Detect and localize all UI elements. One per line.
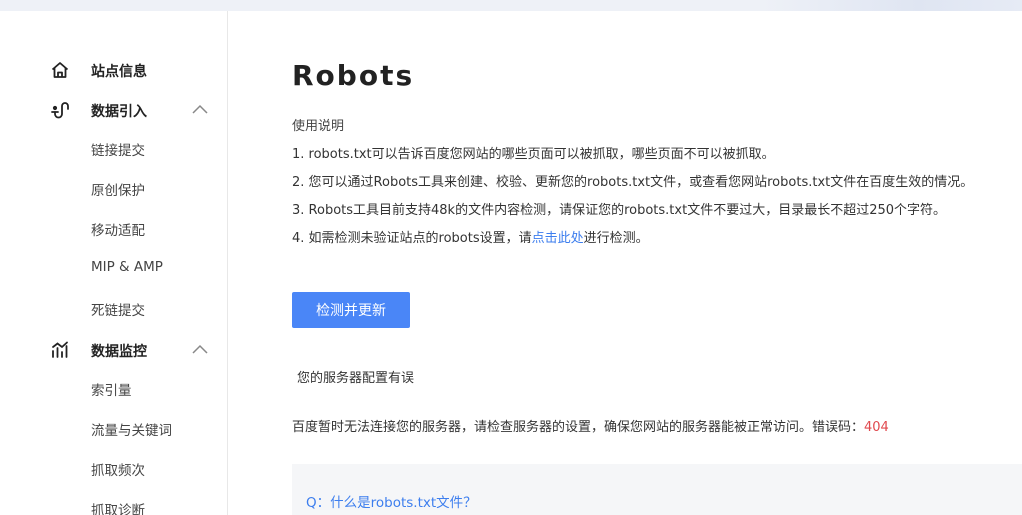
home-icon	[50, 60, 70, 80]
data-monitor-icon	[50, 340, 70, 360]
sidebar-group-data-import[interactable]: 数据引入	[0, 98, 228, 122]
chevron-up-icon[interactable]	[191, 343, 209, 357]
faq-question-link[interactable]: Q：什么是robots.txt文件？	[306, 491, 477, 511]
page-title: Robots	[292, 59, 415, 92]
instruction-line: 1. robots.txt可以告诉百度您网站的哪些页面可以被抓取，哪些页面不可以…	[292, 147, 775, 162]
sidebar-item-crawl-diagnosis[interactable]: 抓取诊断	[91, 499, 145, 515]
top-banner	[0, 0, 1022, 11]
sidebar-group-label: 数据监控	[91, 344, 147, 360]
instruction-line: 2. 您可以通过Robots工具来创建、校验、更新您的robots.txt文件，…	[292, 175, 974, 190]
click-here-link[interactable]: 点击此处	[532, 231, 584, 246]
instruction-4-prefix: 4. 如需检测未验证站点的robots设置，请	[292, 231, 532, 246]
sidebar-item-crawl-frequency[interactable]: 抓取频次	[91, 459, 145, 479]
main-content: Robots 使用说明 1. robots.txt可以告诉百度您网站的哪些页面可…	[229, 11, 1022, 515]
sidebar-item-mobile-adapt[interactable]: 移动适配	[91, 219, 145, 239]
chevron-up-icon[interactable]	[191, 103, 209, 117]
data-import-icon	[50, 100, 70, 120]
check-and-update-button[interactable]: 检测并更新	[292, 292, 410, 328]
sidebar-group-data-monitor[interactable]: 数据监控	[0, 338, 228, 362]
faq-panel: Q：什么是robots.txt文件？	[292, 464, 1022, 515]
status-title: 您的服务器配置有误	[297, 371, 415, 386]
instructions-title: 使用说明	[292, 119, 345, 134]
sidebar: 站点信息 数据引入 链接提交 原创保护 移动适配 MIP & AMP 死链提交 …	[0, 11, 228, 515]
instruction-line: 3. Robots工具目前支持48k的文件内容检测，请保证您的robots.tx…	[292, 203, 947, 218]
sidebar-group-label: 数据引入	[91, 104, 147, 120]
banner-decoration	[762, 0, 1022, 11]
error-code: 404	[864, 420, 889, 435]
status-message: 百度暂时无法连接您的服务器，请检查服务器的设置，确保您网站的服务器能被正常访问。…	[292, 416, 889, 435]
sidebar-item-link-submit[interactable]: 链接提交	[91, 139, 145, 159]
sidebar-item-dead-link[interactable]: 死链提交	[91, 299, 145, 319]
sidebar-item-traffic-keywords[interactable]: 流量与关键词	[91, 419, 172, 439]
sidebar-item-mip-amp[interactable]: MIP & AMP	[91, 259, 163, 275]
instruction-4-suffix: 进行检测。	[583, 231, 649, 246]
instruction-line: 4. 如需检测未验证站点的robots设置，请点击此处进行检测。	[292, 227, 649, 246]
sidebar-item-site-info[interactable]: 站点信息	[0, 58, 228, 82]
sidebar-item-original-protect[interactable]: 原创保护	[91, 179, 145, 199]
sidebar-item-label: 站点信息	[91, 64, 147, 80]
sidebar-item-index-volume[interactable]: 索引量	[91, 379, 132, 399]
status-message-text: 百度暂时无法连接您的服务器，请检查服务器的设置，确保您网站的服务器能被正常访问。…	[292, 420, 865, 435]
